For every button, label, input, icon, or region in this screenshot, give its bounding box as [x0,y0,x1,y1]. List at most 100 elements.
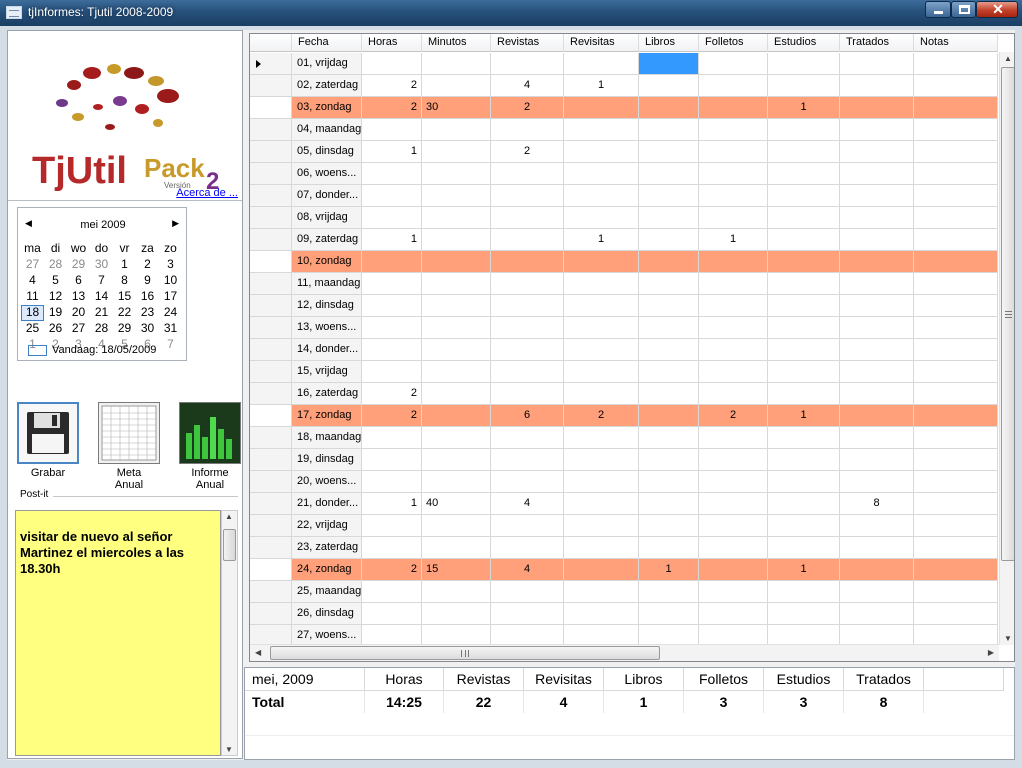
cell-folletos[interactable] [699,493,768,514]
cell-libros[interactable] [639,75,699,96]
cell-revisitas[interactable] [564,581,639,602]
cell-folletos[interactable] [699,317,768,338]
row-header[interactable] [250,515,292,536]
cell-minutos[interactable] [422,207,491,228]
cell-tratados[interactable] [840,537,914,558]
cell-estudios[interactable] [768,251,840,272]
calendar-day[interactable]: 17 [159,289,182,305]
cell-notas[interactable] [914,251,998,272]
cell-tratados[interactable] [840,251,914,272]
table-row[interactable]: 06, woens... [250,163,998,185]
cell-fecha[interactable]: 12, dinsdag [292,295,362,316]
cell-minutos[interactable] [422,317,491,338]
cell-revisitas[interactable] [564,449,639,470]
cell-tratados[interactable] [840,361,914,382]
cell-horas[interactable] [362,537,422,558]
cell-estudios[interactable]: 1 [768,405,840,426]
cell-revisitas[interactable] [564,317,639,338]
cell-tratados[interactable] [840,229,914,250]
scroll-down-icon[interactable]: ▼ [1004,634,1012,643]
cell-minutos[interactable] [422,427,491,448]
cell-fecha[interactable]: 01, vrijdag [292,53,362,74]
cell-folletos[interactable] [699,581,768,602]
cell-notas[interactable] [914,53,998,74]
cell-estudios[interactable] [768,383,840,404]
maximize-button[interactable] [951,1,976,18]
calendar-day[interactable]: 15 [113,289,136,305]
calendar-day[interactable]: 14 [90,289,113,305]
cell-revistas[interactable] [491,361,564,382]
column-header[interactable]: Tratados [840,34,914,52]
cell-minutos[interactable] [422,295,491,316]
close-button[interactable]: ✕ [976,1,1018,18]
cell-fecha[interactable]: 02, zaterdag [292,75,362,96]
cell-horas[interactable]: 2 [362,405,422,426]
row-header[interactable] [250,317,292,338]
cell-folletos[interactable] [699,339,768,360]
cell-horas[interactable] [362,185,422,206]
cell-folletos[interactable] [699,625,768,646]
calendar-day[interactable]: 9 [136,273,159,289]
table-row[interactable]: 18, maandag [250,427,998,449]
row-header[interactable] [250,537,292,558]
cell-estudios[interactable] [768,471,840,492]
cell-revistas[interactable] [491,207,564,228]
table-row[interactable]: 23, zaterdag [250,537,998,559]
cell-notas[interactable] [914,427,998,448]
row-header[interactable] [250,75,292,96]
calendar-day[interactable]: 28 [44,257,67,273]
cell-revistas[interactable] [491,119,564,140]
cell-revisitas[interactable] [564,185,639,206]
grabar-button[interactable]: Grabar [17,402,79,479]
cell-folletos[interactable] [699,53,768,74]
scroll-down-icon[interactable]: ▼ [225,745,233,754]
cell-minutos[interactable] [422,119,491,140]
calendar-day[interactable]: 29 [67,257,90,273]
cell-fecha[interactable]: 03, zondag [292,97,362,118]
cell-notas[interactable] [914,295,998,316]
cell-estudios[interactable] [768,537,840,558]
cell-estudios[interactable] [768,339,840,360]
cell-notas[interactable] [914,75,998,96]
cell-tratados[interactable] [840,449,914,470]
cell-revistas[interactable]: 4 [491,559,564,580]
cell-revistas[interactable]: 2 [491,97,564,118]
table-row[interactable]: 03, zondag 2 30 2 1 [250,97,998,119]
scroll-thumb[interactable] [1001,67,1014,561]
minimize-button[interactable] [925,1,951,18]
row-header[interactable] [250,53,292,74]
table-row[interactable]: 26, dinsdag [250,603,998,625]
cell-folletos[interactable] [699,97,768,118]
calendar-day[interactable]: 26 [44,321,67,337]
cell-minutos[interactable] [422,625,491,646]
cell-revisitas[interactable] [564,339,639,360]
cell-estudios[interactable] [768,581,840,602]
cell-minutos[interactable] [422,405,491,426]
cell-revisitas[interactable]: 1 [564,75,639,96]
cell-tratados[interactable] [840,75,914,96]
cell-tratados[interactable] [840,141,914,162]
row-header[interactable] [250,339,292,360]
cell-tratados[interactable] [840,383,914,404]
table-row[interactable]: 14, donder... [250,339,998,361]
cell-horas[interactable]: 2 [362,75,422,96]
cell-tratados[interactable] [840,53,914,74]
cell-estudios[interactable] [768,295,840,316]
cell-minutos[interactable] [422,141,491,162]
calendar-day[interactable]: 20 [67,305,90,321]
table-row[interactable]: 05, dinsdag 1 2 [250,141,998,163]
cell-fecha[interactable]: 26, dinsdag [292,603,362,624]
cell-folletos[interactable] [699,471,768,492]
row-header[interactable] [250,581,292,602]
cell-libros[interactable] [639,537,699,558]
cell-estudios[interactable] [768,449,840,470]
cell-horas[interactable]: 1 [362,141,422,162]
cell-horas[interactable] [362,603,422,624]
cell-revisitas[interactable] [564,141,639,162]
column-header[interactable]: Horas [362,34,422,52]
cell-estudios[interactable] [768,427,840,448]
cell-minutos[interactable] [422,185,491,206]
column-header[interactable]: Estudios [768,34,840,52]
cell-minutos[interactable] [422,339,491,360]
cell-libros[interactable] [639,427,699,448]
